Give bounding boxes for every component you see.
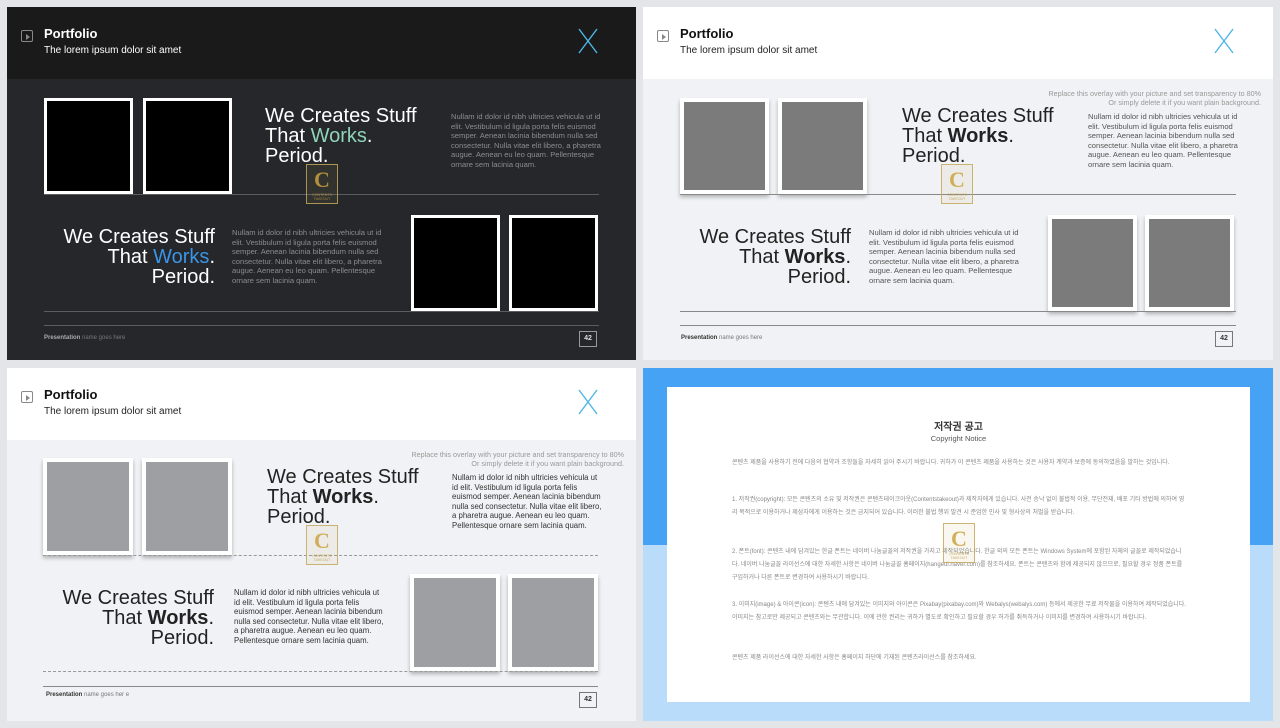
overlay-hint: Replace this overlay with your picture a…	[411, 450, 624, 469]
play-icon[interactable]	[657, 30, 669, 42]
image-placeholder	[410, 574, 500, 671]
body-paragraph: Nullam id dolor id nibh ultricies vehicu…	[869, 228, 1019, 285]
image-placeholder	[1145, 215, 1234, 311]
contents-logo: CONTENTS TAKEOUT	[943, 523, 975, 563]
body-paragraph: Nullam id dolor id nibh ultricies vehicu…	[451, 112, 601, 169]
notice-subtitle: Copyright Notice	[930, 434, 987, 443]
image-placeholder	[142, 458, 232, 555]
headline-top: We Creates Stuff That Works. Period.	[267, 466, 419, 528]
slide-header: Portfolio The lorem ipsum dolor sit amet	[7, 7, 636, 79]
slide-subtitle: The lorem ipsum dolor sit amet	[44, 406, 182, 417]
x-logo-icon	[578, 389, 598, 415]
notice-paragraph: 콘텐츠 제품 라이선스에 대한 자세한 사항은 홈페이지 하단에 기재된 콘텐츠…	[732, 655, 977, 661]
page-number: 42	[579, 692, 597, 708]
image-placeholder	[509, 215, 598, 311]
headline-bottom: We Creates Stuff That Works. Period.	[699, 226, 851, 288]
footer-text: Presentation name goes here	[44, 335, 126, 341]
image-placeholder	[44, 98, 133, 194]
page-number: 42	[579, 331, 597, 347]
slide-header: Portfolio The lorem ipsum dolor sit amet	[7, 368, 636, 440]
notice-paragraph: 콘텐츠 제품을 사용하기 전에 다음의 협약과 조항들을 자세히 읽어 주시기 …	[732, 460, 1170, 466]
slide-header: Portfolio The lorem ipsum dolor sit amet	[643, 7, 1273, 79]
footer-text: Presentation name goes here	[681, 335, 763, 341]
image-placeholder	[143, 98, 232, 194]
x-logo-icon	[1214, 28, 1234, 54]
footer-rule	[43, 686, 598, 687]
slide-title: Portfolio	[44, 26, 98, 41]
notice-paragraph: 1. 저작권(copyright): 모든 콘텐츠의 소유 및 저작권은 콘텐츠…	[732, 497, 1185, 516]
notice-card: 저작권 공고 Copyright Notice 콘텐츠 제품을 사용하기 전에 …	[667, 387, 1250, 702]
portfolio-slide-light[interactable]: Portfolio The lorem ipsum dolor sit amet…	[643, 7, 1273, 360]
image-placeholder	[1048, 215, 1137, 311]
headline-top: We Creates Stuff That Works. Period.	[902, 105, 1054, 167]
contents-logo: CONTENTS TAKEOUT	[941, 164, 973, 204]
image-placeholder	[508, 574, 598, 671]
contents-logo: CONTENTS TAKEOUT	[306, 164, 338, 204]
divider	[680, 311, 1236, 312]
footer-text: Presentation name goes her e	[46, 692, 130, 698]
contents-logo: CONTENTS TAKEOUT	[306, 525, 338, 565]
x-logo-icon	[578, 28, 598, 54]
image-placeholder	[411, 215, 500, 311]
body-paragraph: Nullam id dolor id nibh ultricies vehicu…	[234, 588, 384, 645]
headline-bottom: We Creates Stuff That Works. Period.	[63, 226, 215, 288]
play-icon[interactable]	[21, 30, 33, 42]
footer-rule	[680, 325, 1236, 326]
body-paragraph: Nullam id dolor id nibh ultricies vehicu…	[1088, 112, 1238, 169]
body-paragraph: Nullam id dolor id nibh ultricies vehicu…	[232, 228, 382, 285]
notice-paragraph: 3. 이미지(image) & 아이콘(icon): 콘텐츠 내에 담겨있는 이…	[732, 602, 1186, 621]
image-placeholder	[778, 98, 867, 194]
image-placeholder	[680, 98, 769, 194]
footer-rule	[44, 325, 599, 326]
divider	[43, 671, 598, 672]
divider	[44, 311, 599, 312]
portfolio-slide-dark[interactable]: Portfolio The lorem ipsum dolor sit amet…	[7, 7, 636, 360]
slide-subtitle: The lorem ipsum dolor sit amet	[680, 45, 818, 56]
overlay-hint: Replace this overlay with your picture a…	[1048, 89, 1261, 108]
slide-title: Portfolio	[680, 26, 734, 41]
body-paragraph: Nullam id dolor id nibh ultricies vehicu…	[452, 473, 602, 530]
headline-top: We Creates Stuff That Works. Period.	[265, 105, 417, 167]
portfolio-slide-light-alt[interactable]: Portfolio The lorem ipsum dolor sit amet…	[7, 368, 636, 721]
copyright-notice-slide[interactable]: 저작권 공고 Copyright Notice 콘텐츠 제품을 사용하기 전에 …	[643, 368, 1273, 721]
image-placeholder	[43, 458, 133, 555]
slide-subtitle: The lorem ipsum dolor sit amet	[44, 45, 182, 56]
notice-title: 저작권 공고	[934, 422, 983, 433]
play-icon[interactable]	[21, 391, 33, 403]
page-number: 42	[1215, 331, 1233, 347]
headline-bottom: We Creates Stuff That Works. Period.	[62, 587, 214, 649]
slide-title: Portfolio	[44, 387, 98, 402]
